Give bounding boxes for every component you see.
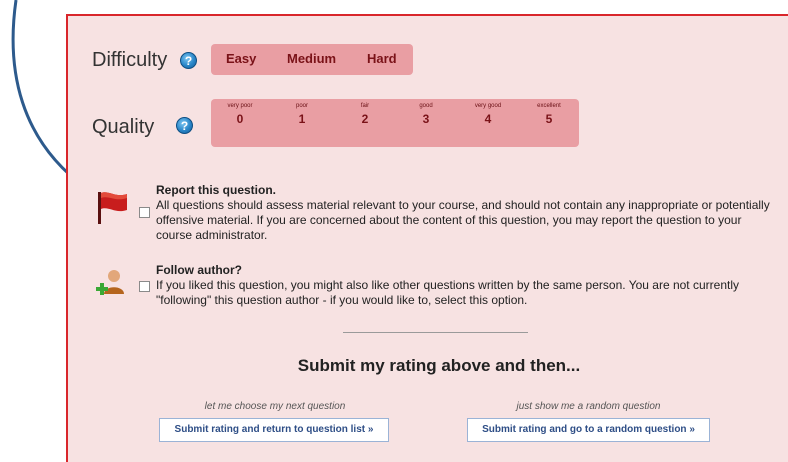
report-checkbox[interactable] [139, 207, 150, 218]
quality-label: Quality [92, 116, 155, 138]
quality-value: 5 [545, 112, 553, 126]
quality-value: 4 [484, 112, 492, 126]
difficulty-help-icon[interactable]: ? [180, 52, 197, 69]
quality-option-4[interactable]: very good 4 [463, 99, 513, 126]
difficulty-selector: Easy Medium Hard [211, 44, 413, 75]
quality-option-5[interactable]: excellent 5 [524, 99, 574, 126]
follow-title: Follow author? [156, 263, 242, 277]
quality-desc: very poor [227, 103, 253, 109]
difficulty-easy-option[interactable]: Easy [226, 44, 256, 74]
submit-return-to-list-button[interactable]: Submit rating and return to question lis… [159, 418, 389, 442]
submit-heading: Submit my rating above and then... [297, 356, 581, 375]
follow-author-checkbox[interactable] [139, 281, 150, 292]
quality-desc: very good [474, 103, 502, 109]
difficulty-label: Difficulty [92, 49, 168, 71]
quality-option-1[interactable]: poor 1 [277, 99, 327, 126]
quality-value: 3 [422, 112, 430, 126]
quality-selector: very poor 0 poor 1 fair 2 good 3 very go… [211, 99, 579, 147]
report-description: All questions should assess material rel… [156, 198, 770, 242]
difficulty-medium-option[interactable]: Medium [287, 44, 336, 74]
submit-random-question-button[interactable]: Submit rating and go to a random questio… [467, 418, 710, 442]
quality-help-icon[interactable]: ? [176, 117, 193, 134]
add-user-icon [96, 270, 124, 295]
follow-description: If you liked this question, you might al… [156, 278, 739, 307]
quality-option-2[interactable]: fair 2 [340, 99, 390, 126]
quality-desc: poor [295, 103, 308, 109]
quality-option-0[interactable]: very poor 0 [215, 99, 265, 126]
right-choice-caption: just show me a random question [516, 401, 661, 412]
report-title: Report this question. [156, 183, 276, 197]
quality-desc: excellent [537, 103, 561, 109]
quality-value: 0 [236, 112, 244, 126]
flag-icon [98, 192, 127, 224]
difficulty-hard-option[interactable]: Hard [367, 44, 397, 74]
left-choice-caption: let me choose my next question [204, 401, 346, 412]
quality-value: 1 [298, 112, 306, 126]
quality-desc: fair [360, 103, 370, 109]
quality-option-3[interactable]: good 3 [401, 99, 451, 126]
divider [343, 332, 528, 333]
quality-value: 2 [361, 112, 369, 126]
quality-desc: good [419, 103, 433, 109]
